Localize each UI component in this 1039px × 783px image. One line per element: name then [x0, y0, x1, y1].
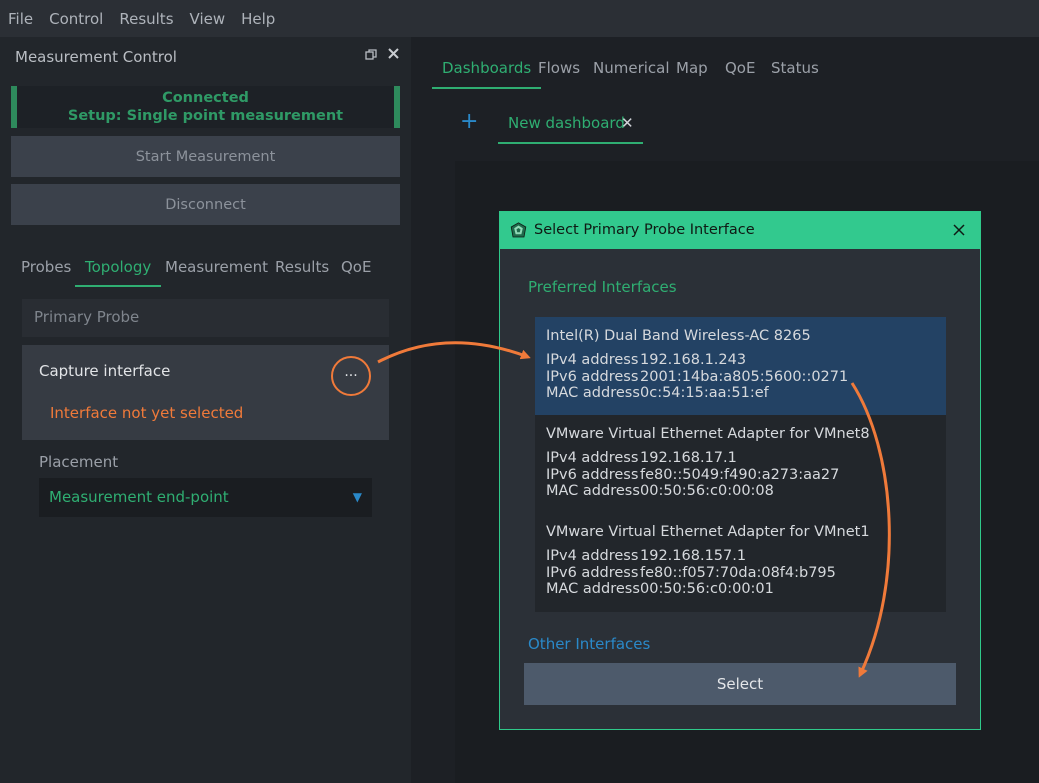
other-interfaces-link[interactable]: Other Interfaces — [528, 635, 650, 653]
mac-value: 0c:54:15:aa:51:ef — [640, 385, 769, 401]
ipv4-label: IPv4 address — [546, 450, 639, 466]
ipv6-value: fe80::f057:70da:08f4:b795 — [640, 564, 836, 581]
tab-measurement[interactable]: Measurement — [155, 251, 278, 287]
tab-dashboards[interactable]: Dashboards — [432, 51, 542, 89]
placement-label: Placement — [39, 453, 119, 471]
status-connected: Connected — [162, 90, 249, 106]
dialog-title: Select Primary Probe Interface — [534, 222, 755, 238]
placement-value: Measurement end-point — [49, 488, 229, 506]
tab-topology[interactable]: Topology — [75, 251, 162, 287]
add-dashboard-icon[interactable]: + — [460, 109, 478, 134]
interface-warning: Interface not yet selected — [50, 404, 244, 422]
interface-name: VMware Virtual Ethernet Adapter for VMne… — [546, 524, 870, 540]
mac-value: 00:50:56:c0:00:01 — [640, 581, 774, 597]
primary-probe-header[interactable]: Primary Probe — [22, 299, 389, 337]
capture-interface-label: Capture interface — [39, 362, 171, 380]
mac-value: 00:50:56:c0:00:08 — [640, 483, 774, 499]
interface-list: Intel(R) Dual Band Wireless-AC 8265 IPv4… — [535, 317, 946, 612]
tab-qoe[interactable]: QoE — [331, 251, 381, 287]
panel-title: Measurement Control — [15, 48, 177, 66]
app-logo-icon — [510, 222, 527, 243]
ipv6-value: fe80::5049:f490:a273:aa27 — [640, 466, 840, 483]
ipv6-label: IPv6 address — [546, 368, 639, 385]
mac-label: MAC address — [546, 385, 640, 401]
tab-flows[interactable]: Flows — [528, 51, 590, 89]
interface-item[interactable]: Intel(R) Dual Band Wireless-AC 8265 IPv4… — [535, 317, 946, 415]
control-tabs: Probes Topology Measurement Results QoE — [11, 251, 401, 287]
close-dashboard-icon[interactable]: ✕ — [621, 106, 634, 140]
tab-probes[interactable]: Probes — [11, 251, 81, 287]
select-interface-dialog: Select Primary Probe Interface Preferred… — [499, 211, 981, 730]
dialog-close-icon[interactable] — [952, 219, 966, 242]
ipv4-value: 192.168.157.1 — [640, 548, 747, 564]
float-panel-icon[interactable] — [365, 49, 377, 65]
ipv4-value: 192.168.17.1 — [640, 450, 737, 466]
mac-label: MAC address — [546, 581, 640, 597]
ipv4-value: 192.168.1.243 — [640, 352, 747, 368]
capture-interface-box: Capture interface ··· Interface not yet … — [22, 345, 389, 440]
tab-qoe-main[interactable]: QoE — [715, 51, 765, 89]
preferred-interfaces-label: Preferred Interfaces — [528, 278, 677, 296]
dropdown-arrow-icon: ▼ — [352, 490, 362, 504]
menu-results[interactable]: Results — [119, 10, 173, 28]
disconnect-button[interactable]: Disconnect — [11, 184, 400, 225]
menu-file[interactable]: File — [8, 10, 33, 28]
status-setup: Setup: Single point measurement — [67, 108, 344, 124]
connection-status: Connected Setup: Single point measuremen… — [11, 86, 400, 128]
dashboard-tab-label: New dashboard — [508, 114, 625, 132]
choose-interface-button[interactable]: ··· — [331, 356, 371, 396]
ipv4-label: IPv4 address — [546, 548, 639, 564]
measurement-control-panel: Measurement Control Connected Setup: Sin… — [0, 37, 411, 783]
dialog-titlebar: Select Primary Probe Interface — [500, 212, 980, 249]
ipv6-label: IPv6 address — [546, 564, 639, 581]
ipv6-label: IPv6 address — [546, 466, 639, 483]
tab-status[interactable]: Status — [761, 51, 829, 89]
close-panel-icon[interactable] — [387, 47, 400, 64]
ipv6-value: 2001:14ba:a805:5600::0271 — [640, 368, 849, 385]
placement-dropdown[interactable]: Measurement end-point ▼ — [39, 478, 372, 517]
mac-label: MAC address — [546, 483, 640, 499]
menu-bar: File Control Results View Help — [0, 0, 1039, 37]
start-measurement-button[interactable]: Start Measurement — [11, 136, 400, 177]
dashboard-tab[interactable]: New dashboard ✕ — [498, 106, 643, 144]
menu-view[interactable]: View — [190, 10, 226, 28]
interface-item[interactable]: VMware Virtual Ethernet Adapter for VMne… — [535, 415, 946, 513]
tab-map[interactable]: Map — [666, 51, 718, 89]
interface-name: Intel(R) Dual Band Wireless-AC 8265 — [546, 328, 811, 344]
interface-item[interactable]: VMware Virtual Ethernet Adapter for VMne… — [535, 513, 946, 611]
tab-results[interactable]: Results — [265, 251, 339, 287]
interface-name: VMware Virtual Ethernet Adapter for VMne… — [546, 426, 870, 442]
ipv4-label: IPv4 address — [546, 352, 639, 368]
select-button[interactable]: Select — [524, 663, 956, 705]
menu-control[interactable]: Control — [49, 10, 103, 28]
menu-help[interactable]: Help — [241, 10, 275, 28]
